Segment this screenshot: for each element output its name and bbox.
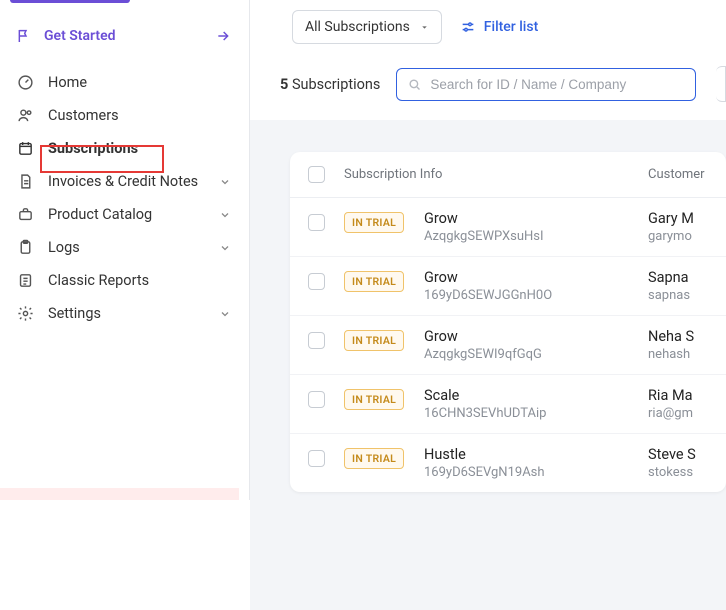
sidebar-item-classic-reports[interactable]: Classic Reports (0, 264, 249, 297)
status-badge: IN TRIAL (344, 389, 404, 410)
get-started-link[interactable]: Get Started (0, 12, 249, 62)
sidebar-item-label: Subscriptions (48, 140, 231, 157)
row-checkbox[interactable] (308, 214, 325, 231)
chevron-down-icon (219, 242, 231, 254)
report-icon (16, 272, 34, 289)
result-count: 5 Subscriptions (280, 76, 380, 93)
customer-sub: sapnas (648, 288, 708, 303)
customer-name: Gary M (648, 210, 708, 227)
sidebar-item-label: Classic Reports (48, 272, 231, 289)
toolbar: All Subscriptions Filter list (250, 10, 726, 44)
sidebar-item-settings[interactable]: Settings (0, 297, 249, 330)
row-checkbox[interactable] (308, 332, 325, 349)
sidebar-item-label: Invoices & Credit Notes (48, 173, 205, 190)
filter-label: Filter list (484, 19, 538, 35)
filter-list-link[interactable]: Filter list (460, 19, 538, 35)
subscriptions-table: Subscription Info Customer IN TRIAL Grow… (290, 152, 726, 492)
flag-icon (16, 28, 32, 44)
table-header: Subscription Info Customer (290, 152, 726, 198)
row-checkbox[interactable] (308, 450, 325, 467)
table-row[interactable]: IN TRIAL Scale 16CHN3SEVhUDTAip Ria Ma r… (290, 375, 726, 434)
plan-name: Grow (424, 269, 648, 286)
sidebar-item-product-catalog[interactable]: Product Catalog (0, 198, 249, 231)
subscription-id: 169yD6SEVgN19Ash (424, 465, 648, 480)
customer-name: Steve S (648, 446, 708, 463)
sidebar-item-logs[interactable]: Logs (0, 231, 249, 264)
count-number: 5 (280, 76, 288, 93)
search-input[interactable] (430, 77, 685, 92)
table-row[interactable]: IN TRIAL Grow AzqgkgSEWPXsuHsI Gary M ga… (290, 198, 726, 257)
row-checkbox[interactable] (308, 391, 325, 408)
sidebar-item-subscriptions[interactable]: Subscriptions (0, 132, 249, 165)
main-content: All Subscriptions Filter list 5 Subscrip… (250, 0, 726, 500)
plan-name: Scale (424, 387, 648, 404)
results-bar: 5 Subscriptions (250, 44, 726, 116)
select-all-checkbox[interactable] (308, 166, 325, 183)
adjacent-control[interactable] (716, 66, 726, 102)
status-badge: IN TRIAL (344, 212, 404, 233)
customer-name: Sapna (648, 269, 708, 286)
sidebar-item-customers[interactable]: Customers (0, 99, 249, 132)
customer-name: Ria Ma (648, 387, 708, 404)
customer-sub: garymo (648, 229, 708, 244)
subscription-id: AzqgkgSEWI9qfGqG (424, 347, 648, 362)
status-badge: IN TRIAL (344, 448, 404, 469)
sidebar-item-label: Home (48, 74, 231, 91)
caret-down-icon (420, 23, 429, 32)
sliders-icon (460, 19, 476, 35)
document-icon (16, 173, 34, 190)
customer-sub: stokess (648, 465, 708, 480)
sidebar-item-home[interactable]: Home (0, 66, 249, 99)
column-header-customer: Customer (648, 167, 708, 182)
sidebar-item-label: Settings (48, 305, 205, 322)
status-badge: IN TRIAL (344, 271, 404, 292)
plan-name: Hustle (424, 446, 648, 463)
table-row[interactable]: IN TRIAL Grow AzqgkgSEWI9qfGqG Neha S ne… (290, 316, 726, 375)
status-badge: IN TRIAL (344, 330, 404, 351)
sidebar-item-invoices[interactable]: Invoices & Credit Notes (0, 165, 249, 198)
bottom-banner (0, 488, 239, 500)
subscription-id: 16CHN3SEVhUDTAip (424, 406, 648, 421)
calendar-refresh-icon (16, 140, 34, 157)
nav-list: Home Customers Subscriptions Invoices & … (0, 66, 249, 330)
customer-name: Neha S (648, 328, 708, 345)
briefcase-icon (16, 206, 34, 223)
search-icon (407, 77, 422, 92)
table-row[interactable]: IN TRIAL Grow 169yD6SEWJGGnH0O Sapna sap… (290, 257, 726, 316)
customer-sub: ria@gm (648, 406, 708, 421)
gear-icon (16, 305, 34, 322)
plan-name: Grow (424, 328, 648, 345)
content-area: Subscription Info Customer IN TRIAL Grow… (250, 120, 726, 610)
chevron-down-icon (219, 209, 231, 221)
users-icon (16, 107, 34, 124)
subscription-id: 169yD6SEWJGGnH0O (424, 288, 648, 303)
sidebar: Get Started Home Customers (0, 0, 250, 500)
chevron-down-icon (219, 308, 231, 320)
customer-sub: nehash (648, 347, 708, 362)
sidebar-item-label: Logs (48, 239, 205, 256)
chevron-down-icon (219, 176, 231, 188)
clipboard-icon (16, 239, 34, 256)
dropdown-label: All Subscriptions (305, 19, 410, 35)
gauge-icon (16, 74, 34, 91)
sidebar-item-label: Product Catalog (48, 206, 205, 223)
subscription-id: AzqgkgSEWPXsuHsI (424, 229, 648, 244)
arrow-right-icon (215, 28, 231, 44)
count-label: Subscriptions (292, 76, 380, 93)
table-row[interactable]: IN TRIAL Hustle 169yD6SEVgN19Ash Steve S… (290, 434, 726, 492)
view-dropdown[interactable]: All Subscriptions (292, 10, 442, 44)
row-checkbox[interactable] (308, 273, 325, 290)
get-started-label: Get Started (44, 28, 116, 44)
sidebar-item-label: Customers (48, 107, 231, 124)
plan-name: Grow (424, 210, 648, 227)
accent-bar (10, 0, 130, 3)
search-box[interactable] (396, 68, 696, 101)
column-header-info: Subscription Info (344, 167, 648, 182)
